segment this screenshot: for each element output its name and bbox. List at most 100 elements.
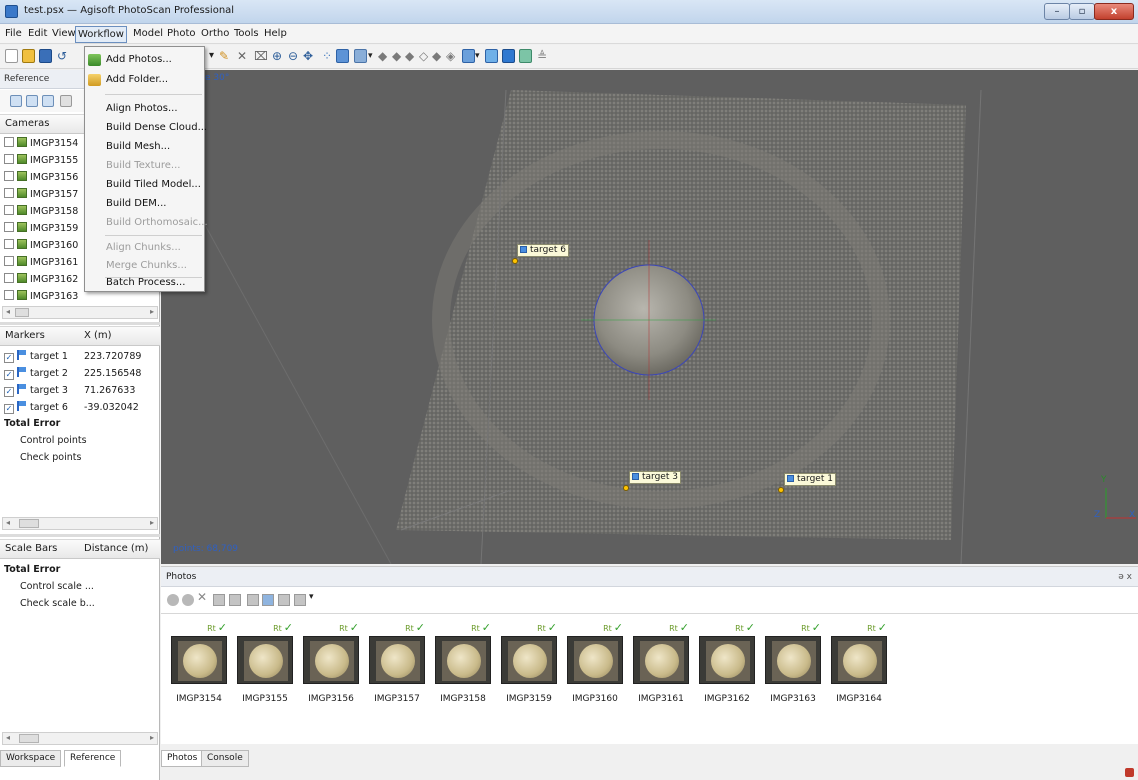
menu-photo[interactable]: Photo [165,27,198,42]
scale-bars-header[interactable]: Scale Bars Distance (m) [0,539,160,559]
open-folder-icon[interactable] [22,49,35,63]
list-item[interactable]: IMGP3160 [4,238,78,254]
menu-add-folder[interactable]: Add Folder... [85,70,204,90]
maximize-button[interactable]: ▫ [1069,3,1095,20]
crop-selection-icon[interactable]: ⌧ [254,48,268,64]
import-icon[interactable] [10,95,22,107]
control-points-row[interactable]: Control points [20,433,87,449]
point-cloud-view[interactable] [161,70,1138,564]
tab-workspace[interactable]: Workspace [0,750,62,767]
rotate-left-icon[interactable] [213,594,225,606]
disable-cameras-icon[interactable] [182,594,194,606]
dock-controls[interactable]: ə x [1118,567,1132,587]
list-item[interactable]: IMGP3158 [4,204,78,220]
marker-target-6[interactable]: target 6 [517,244,569,257]
menu-build-mesh[interactable]: Build Mesh... [85,137,204,157]
photo-thumbnail[interactable]: Rt ✓ IMGP3163 [765,622,821,712]
delete-selection-icon[interactable]: ✕ [237,48,247,64]
export-icon[interactable] [26,95,38,107]
scrollbar-thumb[interactable] [15,308,29,317]
shaded-model-icon[interactable] [354,49,367,63]
distance-column-header[interactable]: Distance (m) [84,540,148,558]
control-scale-row[interactable]: Control scale ... [20,579,94,595]
model-dropdown-icon[interactable]: ▾ [368,48,373,64]
zoom-out-icon[interactable]: ⊖ [288,48,298,64]
minimize-button[interactable]: – [1044,3,1070,20]
undo-icon[interactable]: ↺ [57,48,67,64]
photo-thumbnail[interactable]: Rt ✓ IMGP3154 [171,622,227,712]
x-column-header[interactable]: X (m) [84,327,112,345]
list-item[interactable]: IMGP3155 [4,153,78,169]
list-item[interactable]: IMGP3154 [4,136,78,152]
scrollbar-thumb[interactable] [19,519,39,528]
view-dropdown-icon[interactable]: ▾ [309,589,314,605]
splitter[interactable] [0,322,160,325]
rotate-right-icon[interactable] [229,594,241,606]
tab-reference[interactable]: Reference [64,750,122,767]
tab-console[interactable]: Console [201,750,249,767]
dense-cloud-icon[interactable] [336,49,349,63]
tiled-model-icon[interactable]: ◆ [378,48,387,64]
enable-checkbox[interactable] [4,256,14,266]
photo-thumbnail[interactable]: Rt ✓ IMGP3162 [699,622,755,712]
enable-checkbox[interactable]: ✓ [4,387,14,397]
table-row[interactable]: ✓ target 6 -39.032042 [4,400,139,416]
photo-thumbnail[interactable]: Rt ✓ IMGP3159 [501,622,557,712]
move-icon[interactable]: ✥ [303,48,313,64]
menu-align-photos[interactable]: Align Photos... [85,99,204,119]
settings-icon[interactable] [60,95,72,107]
menu-add-photos[interactable]: Add Photos... [85,50,204,70]
dem-icon[interactable]: ◆ [392,48,401,64]
splitter[interactable] [0,534,160,537]
menu-build-tiled-model[interactable]: Build Tiled Model... [85,175,204,195]
menu-help[interactable]: Help [262,27,289,42]
details-icon[interactable] [278,594,290,606]
orthomosaic-icon[interactable]: ◆ [405,48,414,64]
show-markers-icon[interactable] [502,49,515,63]
markers-scrollbar[interactable]: ◂ ▸ [2,517,158,530]
photo-thumbnail[interactable]: Rt ✓ IMGP3161 [633,622,689,712]
texture-icon[interactable]: ◇ [419,48,428,64]
photo-thumbnail[interactable]: Rt ✓ IMGP3156 [303,622,359,712]
view-mode-icon[interactable] [294,594,306,606]
menu-file[interactable]: File [3,27,24,42]
enable-checkbox[interactable] [4,171,14,181]
cameras-scrollbar[interactable]: ◂ ▸ [2,306,158,319]
enable-cameras-icon[interactable] [167,594,179,606]
wireframe-icon[interactable]: ◆ [432,48,441,64]
enable-checkbox[interactable] [4,188,14,198]
reset-view-icon[interactable]: ≜ [537,48,547,64]
menu-build-dense-cloud[interactable]: Build Dense Cloud... [85,118,207,138]
enable-checkbox[interactable]: ✓ [4,353,14,363]
remove-cameras-icon[interactable]: ✕ [197,589,207,605]
list-item[interactable]: IMGP3157 [4,187,78,203]
menu-model[interactable]: Model [131,27,165,42]
marker-point[interactable] [778,487,784,493]
enable-checkbox[interactable] [4,154,14,164]
menu-batch-process[interactable]: Batch Process... [85,273,204,293]
new-document-icon[interactable] [5,49,18,63]
enable-checkbox[interactable]: ✓ [4,370,14,380]
save-icon[interactable] [39,49,52,63]
show-shapes-icon[interactable] [519,49,532,63]
convert-icon[interactable] [42,95,54,107]
cameras-dropdown-icon[interactable]: ▾ [475,48,480,64]
table-row[interactable]: ✓ target 2 225.156548 [4,366,141,382]
menu-edit[interactable]: Edit [26,27,49,42]
photo-thumbnail[interactable]: Rt ✓ IMGP3164 [831,622,887,712]
list-item[interactable]: IMGP3163 [4,289,78,305]
show-region-icon[interactable] [485,49,498,63]
zoom-in-icon[interactable]: ⊕ [272,48,282,64]
draw-pencil-icon[interactable]: ✎ [219,48,229,64]
list-item[interactable]: IMGP3156 [4,170,78,186]
list-item[interactable]: IMGP3162 [4,272,78,288]
enable-checkbox[interactable] [4,205,14,215]
marker-point[interactable] [623,485,629,491]
enable-checkbox[interactable] [4,290,14,300]
list-item[interactable]: IMGP3161 [4,255,78,271]
reset-filter-icon[interactable] [247,594,259,606]
photo-thumbnail[interactable]: Rt ✓ IMGP3158 [435,622,491,712]
scrollbar-thumb[interactable] [19,734,39,743]
photo-thumbnail[interactable]: Rt ✓ IMGP3160 [567,622,623,712]
model-viewport[interactable]: e 30° points: 68,709 Y Z X target 6 targ… [161,70,1138,564]
